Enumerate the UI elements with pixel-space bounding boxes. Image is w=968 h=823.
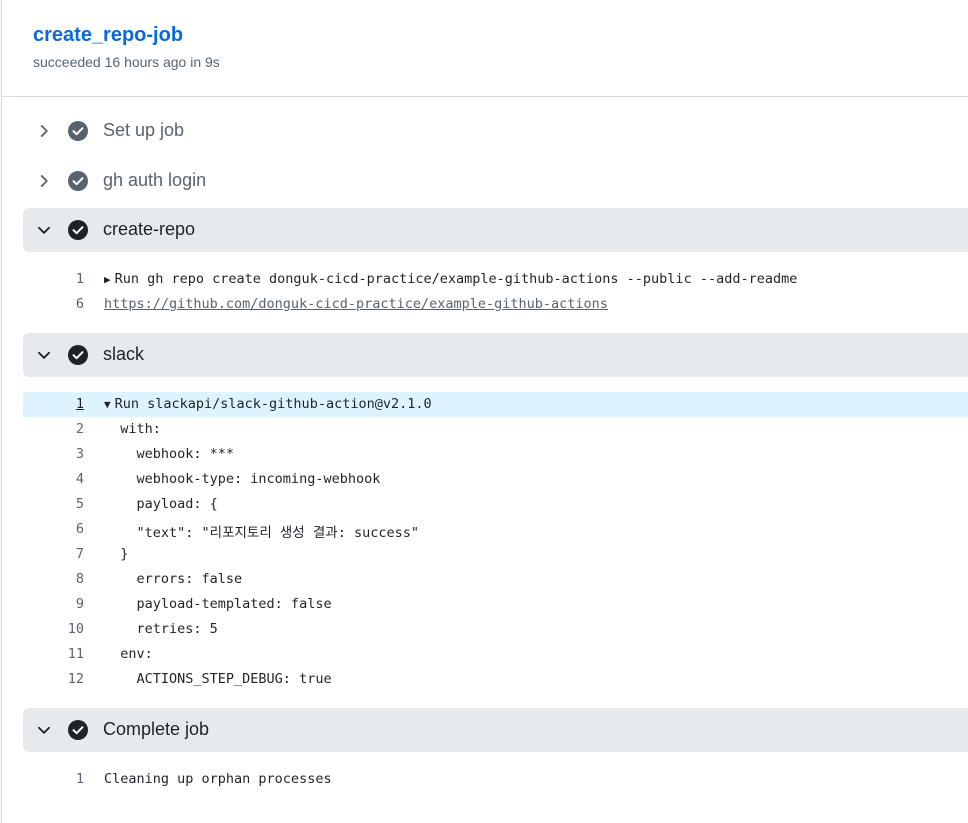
line-number[interactable]: 3 <box>23 446 84 462</box>
log-content: with: <box>104 421 161 437</box>
job-title-link[interactable]: create_repo-job <box>33 24 183 47</box>
log-line[interactable]: 11 env: <box>23 642 968 667</box>
step-gh-auth-login[interactable]: gh auth login <box>23 159 968 203</box>
line-number[interactable]: 5 <box>23 496 84 512</box>
log-content: "text": "리포지토리 생성 결과: success" <box>104 525 419 541</box>
log-content: webhook: *** <box>104 446 235 462</box>
log-content: errors: false <box>104 571 243 587</box>
log-line[interactable]: 1 Cleaning up orphan processes <box>23 767 968 792</box>
collapse-triangle-icon[interactable]: ▼ <box>104 398 111 411</box>
line-number[interactable]: 1 <box>23 396 84 412</box>
log-content: webhook-type: incoming-webhook <box>104 471 381 487</box>
line-number[interactable]: 9 <box>23 596 84 612</box>
log-line[interactable]: 1 ▶ Run gh repo create donguk-cicd-practi… <box>23 267 968 292</box>
log-line-selected[interactable]: 1 ▼ Run slackapi/slack-github-action@v2.1… <box>23 392 968 417</box>
log-line[interactable]: 6 https://github.com/donguk-cicd-practic… <box>23 292 968 317</box>
chevron-right-icon <box>40 125 48 137</box>
step-slack[interactable]: slack <box>23 333 968 377</box>
step-label: slack <box>103 344 145 364</box>
check-circle-icon <box>68 220 88 240</box>
step-label: Complete job <box>103 719 210 739</box>
step-label: create-repo <box>103 219 196 239</box>
chevron-down-icon <box>38 726 50 734</box>
log-line[interactable]: 9 payload-templated: false <box>23 592 968 617</box>
chevron-down-icon <box>38 351 50 359</box>
line-number[interactable]: 2 <box>23 421 84 437</box>
line-number[interactable]: 11 <box>23 646 84 662</box>
job-log-panel: create_repo-job succeeded 16 hours ago i… <box>1 0 968 823</box>
log-content: payload-templated: false <box>104 596 332 612</box>
log-line[interactable]: 7 } <box>23 542 968 567</box>
log-content: Run gh repo create donguk-cicd-practice/… <box>114 271 798 287</box>
log-line[interactable]: 2 with: <box>23 417 968 442</box>
check-circle-icon <box>68 345 88 365</box>
line-number[interactable]: 6 <box>23 296 84 312</box>
log-line[interactable]: 4 webhook-type: incoming-webhook <box>23 467 968 492</box>
step-create-repo[interactable]: create-repo <box>23 208 968 252</box>
step-label: Set up job <box>103 120 185 140</box>
line-number[interactable]: 1 <box>23 771 84 787</box>
check-circle-icon <box>68 121 88 141</box>
job-header: create_repo-job succeeded 16 hours ago i… <box>2 0 968 97</box>
log-line[interactable]: 12 ACTIONS_STEP_DEBUG: true <box>23 667 968 692</box>
job-status-summary: succeeded 16 hours ago in 9s <box>33 54 220 70</box>
log-content: ACTIONS_STEP_DEBUG: true <box>104 671 332 687</box>
log-line[interactable]: 6 "text": "리포지토리 생성 결과: success" <box>23 517 968 542</box>
line-number[interactable]: 12 <box>23 671 84 687</box>
check-circle-icon <box>68 171 88 191</box>
check-circle-icon <box>68 720 88 740</box>
line-number[interactable]: 8 <box>23 571 84 587</box>
log-content: Run slackapi/slack-github-action@v2.1.0 <box>114 396 432 412</box>
expand-triangle-icon[interactable]: ▶ <box>104 273 111 286</box>
log-text: ▶ Run gh repo create donguk-cicd-practice… <box>104 271 797 287</box>
log-content: payload: { <box>104 496 218 512</box>
log-line[interactable]: 10 retries: 5 <box>23 617 968 642</box>
log-line[interactable]: 5 payload: { <box>23 492 968 517</box>
step-complete-job[interactable]: Complete job <box>23 708 968 752</box>
log-content: env: <box>104 646 153 662</box>
line-number[interactable]: 1 <box>23 271 84 287</box>
repo-url-link[interactable]: https://github.com/donguk-cicd-practice/… <box>104 296 608 312</box>
line-number[interactable]: 4 <box>23 471 84 487</box>
chevron-right-icon <box>40 175 48 187</box>
step-set-up-job[interactable]: Set up job <box>23 109 968 153</box>
log-content: } <box>104 546 129 562</box>
log-line[interactable]: 3 webhook: *** <box>23 442 968 467</box>
line-number[interactable]: 6 <box>23 521 84 537</box>
line-number[interactable]: 7 <box>23 546 84 562</box>
chevron-down-icon <box>38 226 50 234</box>
log-line[interactable]: 8 errors: false <box>23 567 968 592</box>
step-label: gh auth login <box>103 170 207 190</box>
log-text: ▼ Run slackapi/slack-github-action@v2.1.0 <box>104 396 432 412</box>
log-content: retries: 5 <box>104 621 218 637</box>
line-number[interactable]: 10 <box>23 621 84 637</box>
log-content: Cleaning up orphan processes <box>104 771 332 787</box>
